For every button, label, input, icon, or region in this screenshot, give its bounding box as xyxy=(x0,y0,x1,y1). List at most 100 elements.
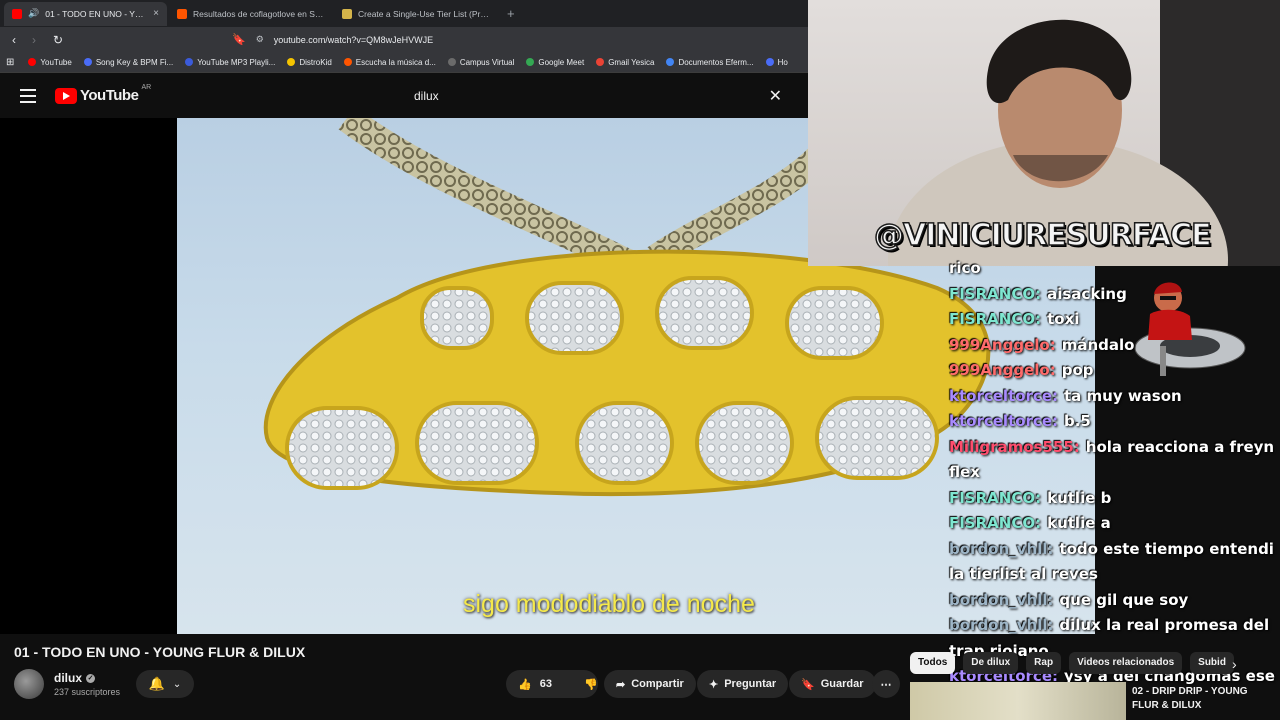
chat-text: pop xyxy=(1061,361,1094,379)
bookmark-label: Documentos Eferm... xyxy=(678,57,754,67)
chat-message: FISRANCO: kutlie b xyxy=(946,486,1280,512)
chat-message: FISRANCO: toxi xyxy=(946,307,1280,333)
share-button[interactable]: ➦ Compartir xyxy=(604,670,696,698)
save-button[interactable]: 🔖 Guardar xyxy=(789,670,876,698)
related-video[interactable]: 02 - DRIP DRIP - YOUNG FLUR & DILUX xyxy=(910,682,1280,720)
bookmark-songkey[interactable]: Song Key & BPM Fi... xyxy=(78,58,179,67)
ask-button[interactable]: ✦ Preguntar xyxy=(697,670,789,698)
menu-icon[interactable] xyxy=(20,89,36,103)
like-count: 63 xyxy=(539,678,552,690)
related-thumbnail[interactable] xyxy=(910,682,1126,720)
bookmark-label: Escucha la música d... xyxy=(355,57,436,67)
omnibox[interactable]: 🔖 ⚙ youtube.com/watch?v=QM8wJeHVWJE xyxy=(232,30,792,49)
speaker-icon[interactable]: 🔊 xyxy=(28,8,39,19)
chip-rap[interactable]: Rap xyxy=(1026,652,1062,674)
soundcloud-favicon-icon xyxy=(177,8,187,19)
campus-icon xyxy=(447,58,456,66)
verified-icon: ✓ xyxy=(86,673,96,683)
site-info-icon[interactable]: ⚙ xyxy=(256,34,264,45)
tab-label: Resultados de coflagotlove en Sound xyxy=(193,8,324,19)
chat-text: que gil que soy xyxy=(1059,590,1189,609)
chips-next-icon[interactable]: › xyxy=(1232,656,1237,672)
country-code: AR xyxy=(141,84,152,91)
tab-tierlist[interactable]: Create a Single-Use Tier List (Private xyxy=(334,2,497,26)
new-tab-button[interactable]: + xyxy=(499,6,523,21)
bookmark-distrokid[interactable]: DistroKid xyxy=(281,58,337,67)
chat-user: bordon_vhll: xyxy=(949,590,1054,609)
chip-videos-relacionados[interactable]: Videos relacionados xyxy=(1069,652,1183,674)
youtube-favicon-icon xyxy=(12,8,22,19)
chat-message: FISRANCO: kutlie a xyxy=(946,511,1280,537)
like-button[interactable]: 👍 63 xyxy=(506,670,562,698)
related-title[interactable]: 02 - DRIP DRIP - YOUNG FLUR & DILUX xyxy=(1132,685,1272,713)
chat-message: rico xyxy=(946,256,1280,282)
bookmark-ytmp3[interactable]: YouTube MP3 Playli... xyxy=(179,58,281,67)
bookmark-campus[interactable]: Campus Virtual xyxy=(442,58,521,67)
chat-text: toxi xyxy=(1047,310,1080,328)
youtube-logo[interactable]: YouTube AR xyxy=(55,84,152,104)
stream-chat: rico FISRANCO: aisacking FISRANCO: toxi 99… xyxy=(946,256,1280,720)
channel-name[interactable]: dilux xyxy=(54,671,82,685)
notification-bell-button[interactable]: 🔔 ⌄ xyxy=(136,670,194,698)
more-icon: ⋯ xyxy=(880,678,892,691)
reload-icon[interactable]: ↻ xyxy=(48,33,68,47)
tab-youtube-video[interactable]: 🔊 01 - TODO EN UNO - YOUNG × xyxy=(4,1,167,26)
bookmark-icon[interactable]: 🔖 xyxy=(232,33,246,46)
chip-todos[interactable]: Todos xyxy=(910,652,956,674)
tab-close-icon[interactable]: × xyxy=(153,8,159,19)
chip-de-dilux[interactable]: De dilux xyxy=(963,652,1019,674)
filter-chips: Todos De dilux Rap Videos relacionados S… xyxy=(910,652,1250,674)
chat-message: ktorceltorce: ta muy wason xyxy=(946,384,1280,410)
bookmark-docs[interactable]: Documentos Eferm... xyxy=(660,58,759,67)
tab-soundcloud[interactable]: Resultados de coflagotlove en Sound xyxy=(169,2,332,26)
sparkle-icon: ✦ xyxy=(709,678,719,691)
apps-grid-icon[interactable]: ⊞ xyxy=(6,57,14,68)
subscriber-count: 237 suscriptores xyxy=(54,687,121,697)
chat-user: bordon_vhll: xyxy=(949,616,1054,634)
youtube-play-icon xyxy=(55,87,77,104)
tab-label: 01 - TODO EN UNO - YOUNG xyxy=(45,8,148,19)
bookmark-label: Campus Virtual xyxy=(459,57,515,67)
bookmark-ho[interactable]: Ho xyxy=(760,58,794,67)
search-input[interactable]: dilux ✕ xyxy=(400,82,800,110)
thumbs-up-icon: 👍 xyxy=(518,678,532,691)
chat-message: ktorceltorce: b.5 xyxy=(946,409,1280,435)
avatar[interactable] xyxy=(14,669,44,699)
back-icon[interactable]: ‹ xyxy=(4,33,24,47)
soundcloud-icon xyxy=(343,58,352,66)
bookmark-label: Google Meet xyxy=(538,57,585,67)
bookmark-youtube[interactable]: YouTube xyxy=(22,58,77,67)
chip-subidos[interactable]: Subid xyxy=(1190,652,1234,674)
share-icon: ➦ xyxy=(616,678,626,691)
forward-icon[interactable]: › xyxy=(24,33,44,47)
chat-text: kutlie a xyxy=(1047,514,1111,532)
chat-user: FISRANCO: xyxy=(949,310,1042,328)
channel-info: dilux ✓ 237 suscriptores xyxy=(14,669,120,699)
channel-name-row[interactable]: dilux ✓ xyxy=(54,671,120,685)
save-label: Guardar xyxy=(820,678,864,690)
songkey-icon xyxy=(83,58,92,66)
bookmark-meet[interactable]: Google Meet xyxy=(520,58,590,67)
chat-user: ktorceltorce: xyxy=(949,386,1058,405)
video-title: 01 - TODO EN UNO - YOUNG FLUR & DILUX xyxy=(14,644,306,660)
bookmark-gmail[interactable]: Gmail Yesica xyxy=(590,58,660,67)
clear-search-icon[interactable]: ✕ xyxy=(769,86,782,106)
chat-message: FISRANCO: aisacking xyxy=(946,282,1280,308)
dislike-button[interactable]: 👎 xyxy=(574,678,608,691)
browser-tab-bar: 🔊 01 - TODO EN UNO - YOUNG × Resultados … xyxy=(0,0,808,27)
ask-label: Preguntar xyxy=(724,678,777,690)
bookmark-icon: 🔖 xyxy=(801,678,815,691)
bookmark-label: Song Key & BPM Fi... xyxy=(95,57,174,67)
bookmark-label: YouTube xyxy=(40,57,72,67)
bell-icon: 🔔 xyxy=(148,676,165,691)
chat-user: 999Anggelo: xyxy=(949,361,1056,379)
url-text[interactable]: youtube.com/watch?v=QM8wJeHVWJE xyxy=(274,35,433,45)
chat-text: aisacking xyxy=(1047,284,1127,303)
more-actions-button[interactable]: ⋯ xyxy=(872,670,900,698)
search-value[interactable]: dilux xyxy=(414,89,769,103)
chat-user: bordon_vhll: xyxy=(949,539,1054,558)
chat-message: bordon_vhll: que gil que soy xyxy=(946,588,1280,614)
bookmark-soundcloud[interactable]: Escucha la música d... xyxy=(338,58,442,67)
chat-text: ta muy wason xyxy=(1064,386,1182,405)
chat-text: b.5 xyxy=(1064,412,1091,430)
